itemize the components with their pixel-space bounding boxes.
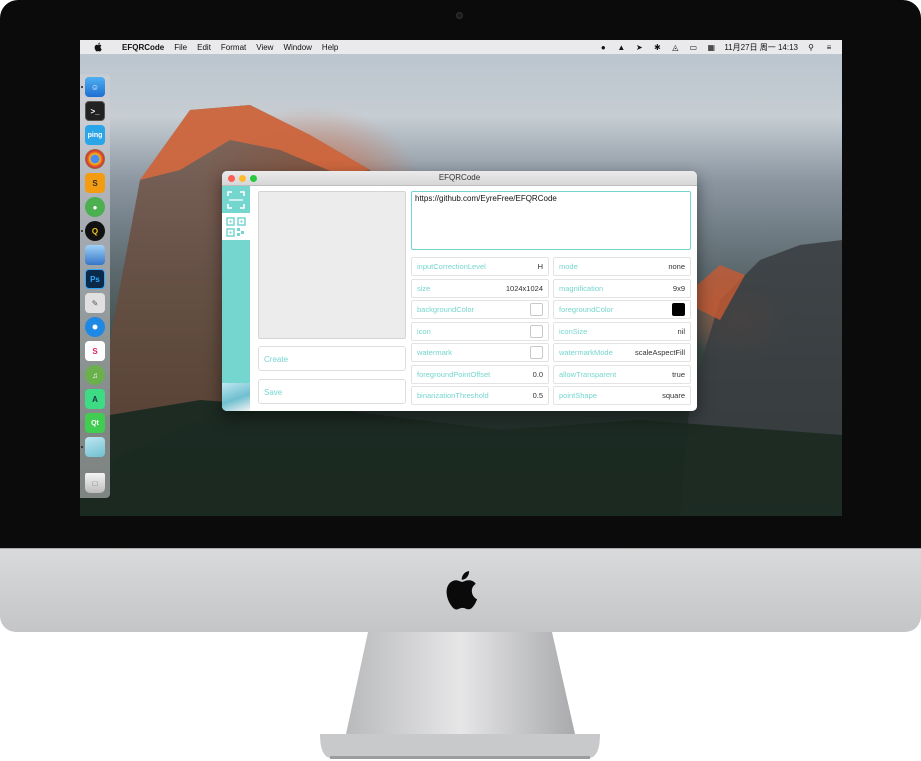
window-titlebar[interactable]: EFQRCode	[222, 171, 697, 186]
slack-icon[interactable]: S	[85, 341, 105, 361]
music-icon[interactable]: ♫	[85, 365, 105, 385]
background-color-swatch[interactable]	[530, 303, 543, 316]
menu-file[interactable]: File	[169, 43, 192, 52]
wechat-icon[interactable]: ●	[85, 197, 105, 217]
menu-help[interactable]: Help	[317, 43, 343, 52]
dock: ☺ >_ ping S ● Q Ps ✎ S ♫ A Qt □	[80, 74, 110, 498]
content-input[interactable]: https://github.com/EyreFree/EFQRCode	[411, 191, 691, 250]
watermark-image-well[interactable]	[530, 346, 543, 359]
param-value: square	[662, 391, 685, 400]
sidebar	[222, 186, 250, 411]
menu-edit[interactable]: Edit	[192, 43, 216, 52]
param-icon[interactable]: icon	[411, 322, 549, 341]
qrcode-preview	[258, 191, 406, 339]
param-value: scaleAspectFill	[634, 348, 685, 357]
imac-stand	[320, 632, 600, 759]
menu-app-name[interactable]: EFQRCode	[113, 43, 169, 52]
script-editor-icon[interactable]: ✎	[85, 293, 105, 313]
param-label: watermarkMode	[559, 348, 613, 357]
param-value: 9x9	[672, 284, 685, 293]
generate-panel: Create Save https://github.com/EyreFree/…	[250, 186, 697, 411]
efqrcode-icon[interactable]	[85, 437, 105, 457]
finder-icon[interactable]: ☺	[85, 77, 105, 97]
terminal-icon[interactable]: >_	[85, 101, 105, 121]
safari-icon[interactable]	[85, 317, 105, 337]
param-label: allowTransparent	[559, 370, 617, 379]
param-binarization-threshold[interactable]: binarizationThreshold 0.5	[411, 386, 549, 405]
status-area: ● ▲ ➤ ✱ ◬ ▭ ▦ 11月27日 周一 14:13 ⚲ ≡	[598, 42, 842, 53]
param-label: magnification	[559, 284, 604, 293]
param-mode[interactable]: mode none	[553, 257, 691, 276]
param-label: mode	[559, 262, 578, 271]
param-label: inputCorrectionLevel	[417, 262, 486, 271]
bluetooth-icon[interactable]: ✱	[652, 43, 662, 52]
preview-icon[interactable]	[85, 245, 105, 265]
photoshop-icon[interactable]: Ps	[85, 269, 105, 289]
param-watermark[interactable]: watermark	[411, 343, 549, 362]
create-button[interactable]: Create	[258, 346, 406, 371]
param-label: icon	[417, 327, 431, 336]
param-point-shape[interactable]: pointShape square	[553, 386, 691, 405]
save-button[interactable]: Save	[258, 379, 406, 404]
chrome-icon[interactable]	[85, 149, 105, 169]
scan-icon	[227, 190, 245, 209]
efqrcode-window: EFQRCode Create Save https://github.com/…	[222, 171, 697, 411]
send-status-icon[interactable]: ➤	[634, 43, 644, 52]
ping-icon[interactable]: ping	[85, 125, 105, 145]
apple-menu-icon[interactable]	[93, 42, 103, 52]
param-label: binarizationThreshold	[417, 391, 489, 400]
param-label: iconSize	[559, 327, 588, 336]
clock[interactable]: 11月27日 周一 14:13	[724, 42, 798, 53]
param-value: nil	[677, 327, 685, 336]
param-value: true	[672, 370, 685, 379]
trash-icon[interactable]: □	[85, 473, 105, 493]
param-label: backgroundColor	[417, 305, 475, 314]
param-label: pointShape	[559, 391, 597, 400]
qq-icon[interactable]: Q	[85, 221, 105, 241]
input-method-icon[interactable]: ▦	[706, 43, 716, 52]
param-allow-transparent[interactable]: allowTransparent true	[553, 365, 691, 384]
imac-chin	[0, 548, 921, 632]
param-value: none	[668, 262, 685, 271]
param-foreground-point-offset[interactable]: foregroundPointOffset 0.0	[411, 365, 549, 384]
qq-status-icon[interactable]: ●	[598, 43, 608, 52]
param-label: foregroundPointOffset	[417, 370, 491, 379]
foreground-color-swatch[interactable]	[672, 303, 685, 316]
param-label: watermark	[417, 348, 453, 357]
param-value: 0.0	[532, 370, 543, 379]
qrcode-icon	[226, 216, 246, 237]
docker-status-icon[interactable]: ▲	[616, 43, 626, 52]
param-watermark-mode[interactable]: watermarkMode scaleAspectFill	[553, 343, 691, 362]
param-size[interactable]: size 1024x1024	[411, 279, 549, 298]
param-label: foregroundColor	[559, 305, 614, 314]
notification-center-icon[interactable]: ≡	[824, 43, 834, 52]
icon-image-well[interactable]	[530, 325, 543, 338]
tab-recognize[interactable]	[222, 186, 250, 213]
tab-generate[interactable]	[222, 213, 250, 240]
wifi-icon[interactable]: ◬	[670, 43, 680, 52]
sublime-icon[interactable]: S	[85, 173, 105, 193]
param-magnification[interactable]: magnification 9x9	[553, 279, 691, 298]
menu-bar: EFQRCode File Edit Format View Window He…	[80, 40, 842, 54]
camera-icon	[456, 12, 463, 19]
android-studio-icon[interactable]: A	[85, 389, 105, 409]
param-foreground-color[interactable]: foregroundColor	[553, 300, 691, 319]
param-value: 1024x1024	[505, 284, 543, 293]
param-icon-size[interactable]: iconSize nil	[553, 322, 691, 341]
param-value: H	[537, 262, 543, 271]
param-background-color[interactable]: backgroundColor	[411, 300, 549, 319]
menu-window[interactable]: Window	[278, 43, 316, 52]
menu-format[interactable]: Format	[216, 43, 251, 52]
param-value: 0.5	[532, 391, 543, 400]
battery-icon[interactable]: ▭	[688, 43, 698, 52]
avatar[interactable]	[222, 383, 250, 411]
menu-view[interactable]: View	[251, 43, 278, 52]
apple-logo-icon	[446, 571, 478, 610]
spotlight-search-icon[interactable]: ⚲	[806, 43, 816, 52]
param-input-correction-level[interactable]: inputCorrectionLevel H	[411, 257, 549, 276]
qt-creator-icon[interactable]: Qt	[85, 413, 105, 433]
window-title: EFQRCode	[438, 173, 481, 182]
param-label: size	[417, 284, 431, 293]
